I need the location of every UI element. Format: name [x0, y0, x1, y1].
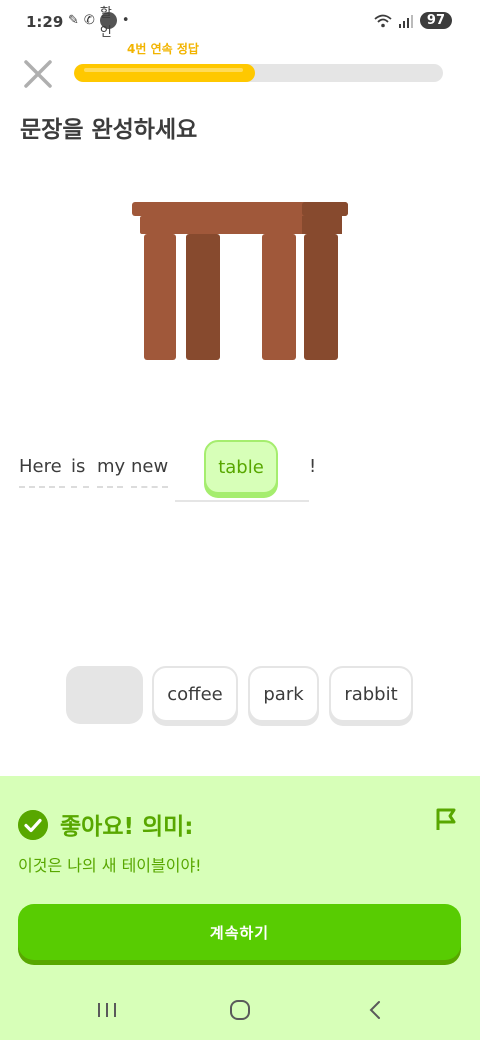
sentence-punctuation: !: [309, 456, 317, 477]
back-icon[interactable]: [360, 998, 390, 1022]
progress-fill: [74, 64, 255, 82]
more-notifications-icon: •: [121, 13, 130, 28]
signal-icon: [398, 14, 413, 28]
word-chip-rabbit[interactable]: rabbit: [329, 666, 413, 722]
close-button[interactable]: [20, 56, 56, 92]
word-hint-underline: [131, 486, 168, 488]
sentence-word[interactable]: new: [131, 456, 168, 477]
word-bank-empty-slot: [66, 666, 143, 724]
feedback-title: 좋아요! 의미:: [60, 814, 194, 840]
app-badge-icon: 할인: [99, 6, 117, 40]
word-hint-underline: [97, 486, 123, 488]
sentence-word[interactable]: Here: [19, 456, 62, 477]
edit-notification-icon: ✎: [68, 13, 79, 28]
sentence: Here is my new table !: [19, 440, 459, 510]
page-title: 문장을 완성하세요: [20, 117, 198, 143]
check-circle-icon: [18, 810, 48, 840]
lesson-progress-bar: [74, 64, 443, 82]
flag-icon[interactable]: [434, 806, 460, 832]
call-notification-icon: ✆: [83, 13, 95, 28]
answer-chip[interactable]: table: [204, 440, 278, 494]
wifi-icon: [374, 14, 392, 27]
sentence-word[interactable]: my: [97, 456, 125, 477]
word-chip-park[interactable]: park: [248, 666, 319, 722]
sentence-word[interactable]: is: [71, 456, 85, 477]
navigation-bar: [0, 990, 480, 1040]
word-hint-underline: [71, 486, 89, 488]
battery-icon: 97: [419, 12, 452, 29]
feedback-translation: 이것은 나의 새 테이블이야!: [18, 856, 202, 875]
status-time: 1:29: [26, 13, 64, 31]
close-icon: [24, 60, 52, 88]
home-icon[interactable]: [225, 998, 255, 1022]
word-hint-underline: [19, 486, 65, 488]
word-bank: coffee park rabbit: [0, 666, 480, 726]
recent-apps-icon[interactable]: [92, 998, 122, 1022]
word-chip-coffee[interactable]: coffee: [152, 666, 238, 722]
table-illustration: [132, 202, 348, 360]
system-icons: 97: [374, 12, 452, 29]
status-bar: 1:29 ✎ ✆ 할인 • 97: [0, 0, 480, 44]
streak-label: 4번 연속 정답: [127, 42, 199, 56]
continue-button[interactable]: 계속하기: [18, 904, 461, 960]
notification-icons: ✎ ✆ 할인 •: [68, 6, 130, 40]
